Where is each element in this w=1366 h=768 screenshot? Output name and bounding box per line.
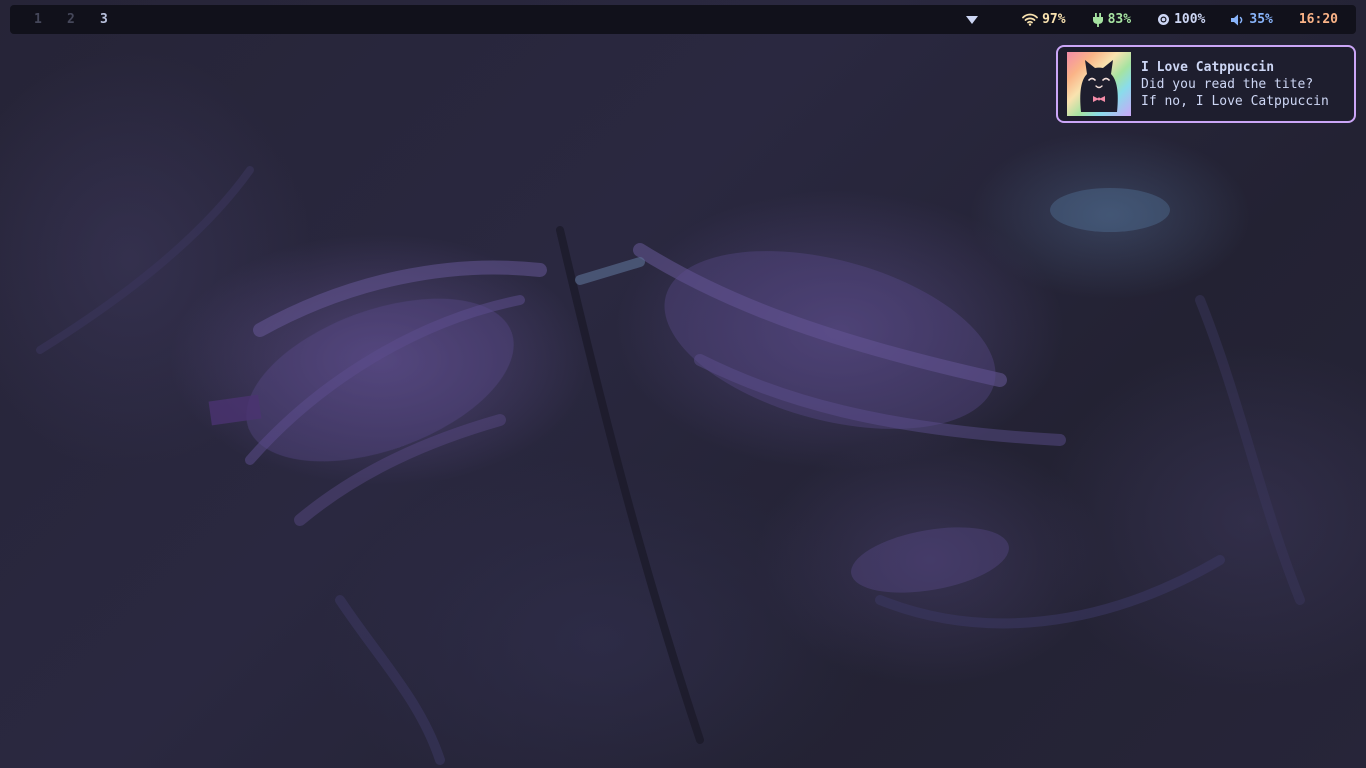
notification-body: I Love Catppuccin Did you read the tite?… [1141,59,1329,110]
workspace-1[interactable]: 1 [32,12,65,27]
brightness-module[interactable]: 100% [1157,12,1205,27]
notification-line-1: Did you read the tite? [1141,76,1314,92]
wifi-value: 97% [1042,12,1066,27]
top-bar: 1 2 3 97% 83% 100% 35% 16:20 [10,5,1356,34]
battery-module[interactable]: 83% [1092,12,1131,27]
workspace-switcher: 1 2 3 [32,12,131,27]
battery-value: 83% [1107,12,1132,27]
workspace-2[interactable]: 2 [65,12,98,27]
wifi-icon [1022,13,1038,26]
volume-icon [1231,14,1243,25]
volume-value: 35% [1249,12,1273,27]
volume-module[interactable]: 35% [1231,12,1273,27]
workspace-3[interactable]: 3 [98,12,131,27]
cat-icon [1080,60,1118,112]
notification-popup[interactable]: I Love Catppuccin Did you read the tite?… [1056,45,1356,123]
brightness-value: 100% [1174,12,1206,27]
notification-title: I Love Catppuccin [1141,59,1275,75]
notification-image [1067,52,1131,116]
plug-icon [1092,12,1103,27]
status-modules: 97% 83% 100% 35% 16:20 [940,12,1338,27]
brightness-icon [1158,14,1170,25]
clock[interactable]: 16:20 [1299,12,1338,27]
desktop: 1 2 3 97% 83% 100% 35% 16:20 I Love Catp… [0,0,1366,768]
notification-line-2: If no, I Love Catppuccin [1141,93,1329,109]
network-signal-icon [966,15,979,24]
wifi-module[interactable]: 97% [1022,12,1066,27]
network-status[interactable] [966,15,979,25]
